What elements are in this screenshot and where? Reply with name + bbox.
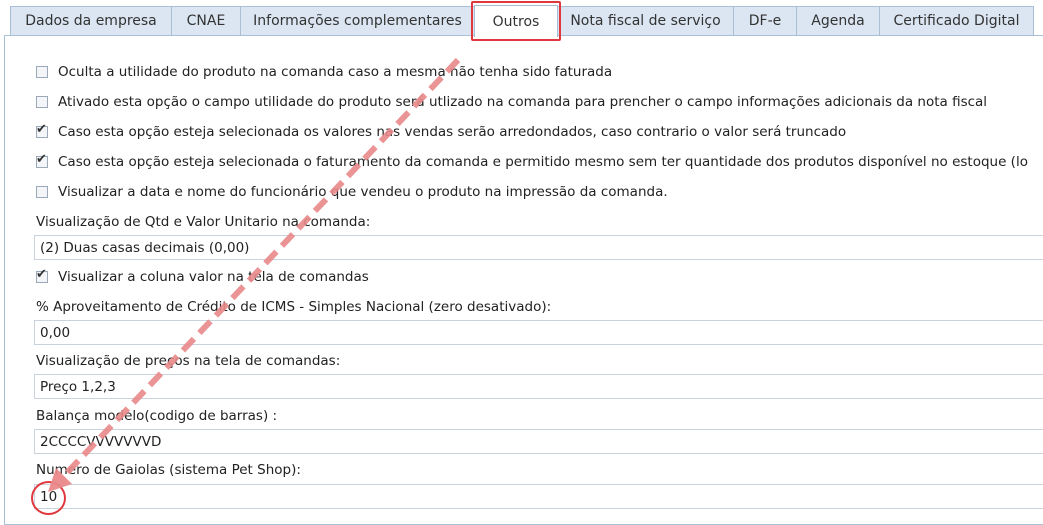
tab-label: Informações complementares — [253, 13, 462, 29]
tab-nota-fiscal-de-servico[interactable]: Nota fiscal de serviço — [557, 6, 734, 35]
tab-agenda[interactable]: Agenda — [796, 6, 880, 35]
check-icon: ✔ — [36, 152, 47, 167]
checkbox-checked[interactable]: ✔ — [36, 152, 48, 168]
option-visualizar-coluna-valor[interactable]: ✔ Visualizar a coluna valor na tela de c… — [36, 267, 369, 287]
qtd-valor-select[interactable]: (2) Duas casas decimais (0,00) — [34, 235, 1043, 260]
checkbox-checked[interactable]: ✔ — [36, 267, 48, 283]
option-label: Caso esta opção esteja selecionada o fat… — [58, 154, 1028, 170]
tab-certificado-digital[interactable]: Certificado Digital — [879, 6, 1034, 35]
tab-label: Nota fiscal de serviço — [570, 13, 721, 29]
tab-label: Certificado Digital — [893, 13, 1020, 29]
precos-select[interactable]: Preço 1,2,3 — [34, 374, 1043, 399]
balanca-input[interactable]: 2CCCCVVVVVVVD — [34, 429, 1043, 454]
checkbox-checked[interactable]: ✔ — [36, 122, 48, 138]
option-faturamento-sem-estoque[interactable]: ✔ Caso esta opção esteja selecionada o f… — [36, 152, 1028, 172]
option-label: Visualizar a data e nome do funcionário … — [58, 184, 668, 200]
option-label: Ativado esta opção o campo utilidade do … — [58, 94, 988, 110]
gaiolas-label: Numero de Gaiolas (sistema Pet Shop): — [36, 462, 301, 478]
icms-input[interactable]: 0,00 — [34, 320, 1043, 345]
tab-label: Dados da empresa — [25, 13, 157, 29]
tab-highlight-box — [471, 1, 561, 41]
qtd-valor-label: Visualização de Qtd e Valor Unitario na … — [36, 214, 371, 230]
checkbox[interactable] — [36, 186, 48, 198]
gaiolas-input[interactable]: 10 — [34, 484, 1043, 509]
balanca-value: 2CCCCVVVVVVVD — [40, 433, 162, 450]
option-visualizar-funcionario[interactable]: Visualizar a data e nome do funcionário … — [36, 182, 668, 202]
tab-informacoes-complementares[interactable]: Informações complementares — [240, 6, 475, 35]
tab-label: Agenda — [811, 13, 865, 29]
checkbox[interactable] — [36, 66, 48, 78]
precos-value: Preço 1,2,3 — [40, 378, 116, 395]
option-oculta-utilidade[interactable]: Oculta a utilidade do produto na comanda… — [36, 62, 612, 82]
tab-label: CNAE — [186, 13, 226, 29]
option-label: Caso esta opção esteja selecionada os va… — [58, 124, 847, 140]
option-label: Oculta a utilidade do produto na comanda… — [58, 64, 613, 80]
balanca-label: Balança modelo(codigo de barras) : — [36, 408, 278, 424]
tab-bar: Dados da empresa CNAE Informações comple… — [0, 0, 1043, 41]
check-icon: ✔ — [36, 122, 47, 137]
check-icon: ✔ — [36, 267, 47, 282]
option-arredondar-valores[interactable]: ✔ Caso esta opção esteja selecionada os … — [36, 122, 846, 142]
highlight-circle — [31, 481, 66, 515]
tab-label: DF-e — [748, 13, 782, 29]
qtd-valor-value: (2) Duas casas decimais (0,00) — [40, 239, 250, 256]
icms-value: 0,00 — [40, 324, 71, 341]
checkbox[interactable] — [36, 96, 48, 108]
icms-label: % Aproveitamento de Crédito de ICMS - Si… — [36, 299, 552, 315]
tab-cnae[interactable]: CNAE — [171, 6, 241, 35]
option-label: Visualizar a coluna valor na tela de com… — [58, 269, 369, 285]
tab-dados-da-empresa[interactable]: Dados da empresa — [10, 6, 172, 35]
precos-label: Visualização de preços na tela de comand… — [36, 353, 341, 369]
tab-df-e[interactable]: DF-e — [733, 6, 797, 35]
option-campo-utilidade[interactable]: Ativado esta opção o campo utilidade do … — [36, 92, 987, 112]
